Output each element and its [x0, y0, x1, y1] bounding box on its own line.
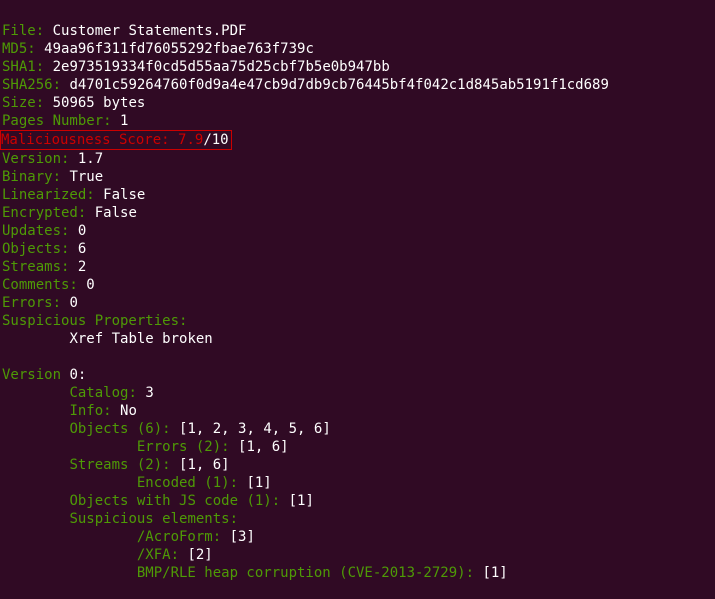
sha1-line: SHA1: 2e973519334f0cd5d55aa75d25cbf7b5e0… [2, 59, 390, 75]
file-label: File: [2, 23, 44, 39]
file-value: Customer Statements.PDF [53, 23, 247, 39]
xfa-line: /XFA: [2] [137, 547, 213, 563]
acroform-label: /AcroForm: [137, 529, 221, 545]
sha1-value: 2e973519334f0cd5d55aa75d25cbf7b5e0b947bb [53, 59, 390, 75]
version-label: Version: [2, 151, 69, 167]
objects-line: Objects: 6 [2, 241, 86, 257]
objects6-value: [1, 2, 3, 4, 5, 6] [179, 421, 331, 437]
bmp-line: BMP/RLE heap corruption (CVE-2013-2729):… [137, 565, 508, 581]
binary-line: Binary: True [2, 169, 103, 185]
encrypted-line: Encrypted: False [2, 205, 137, 221]
linearized-line: Linearized: False [2, 187, 145, 203]
streams2-line: Streams (2): [1, 6] [69, 457, 229, 473]
pages-value: 1 [120, 113, 128, 129]
info-value: No [120, 403, 137, 419]
errors2-value: [1, 6] [238, 439, 289, 455]
streams-label: Streams: [2, 259, 69, 275]
maliciousness-denom: /10 [203, 132, 228, 148]
objjs-value: [1] [289, 493, 314, 509]
comments-line: Comments: 0 [2, 277, 95, 293]
bmp-label: BMP/RLE heap corruption (CVE-2013-2729): [137, 565, 474, 581]
streams-value: 2 [78, 259, 86, 275]
info-label: Info: [69, 403, 111, 419]
streams2-label: Streams (2): [69, 457, 170, 473]
encoded1-value: [1] [246, 475, 271, 491]
binary-label: Binary: [2, 169, 61, 185]
info-line: Info: No [69, 403, 136, 419]
errors-line: Errors: 0 [2, 295, 78, 311]
pages-label: Pages Number: [2, 113, 112, 129]
encrypted-value: False [95, 205, 137, 221]
size-line: Size: 50965 bytes [2, 95, 145, 111]
suspicious-elements-label: Suspicious elements: [69, 511, 238, 527]
objjs-line: Objects with JS code (1): [1] [69, 493, 313, 509]
errors-label: Errors: [2, 295, 61, 311]
version-value: 1.7 [78, 151, 103, 167]
xfa-value: [2] [187, 547, 212, 563]
catalog-value: 3 [145, 385, 153, 401]
version0-value: 0: [69, 367, 86, 383]
size-label: Size: [2, 95, 44, 111]
xfa-label: /XFA: [137, 547, 179, 563]
maliciousness-label: Maliciousness Score: [1, 132, 170, 148]
catalog-line: Catalog: 3 [69, 385, 153, 401]
streams2-value: [1, 6] [179, 457, 230, 473]
binary-value: True [69, 169, 103, 185]
streams-line: Streams: 2 [2, 259, 86, 275]
encoded1-line: Encoded (1): [1] [137, 475, 272, 491]
maliciousness-highlight: Maliciousness Score: 7.9/10 [0, 130, 232, 150]
md5-value: 49aa96f311fd76055292fbae763f739c [44, 41, 314, 57]
objects-value: 6 [78, 241, 86, 257]
errors2-label: Errors (2): [137, 439, 230, 455]
suspicious-properties-value: Xref Table broken [69, 331, 212, 347]
objects-label: Objects: [2, 241, 69, 257]
maliciousness-score: 7.9 [178, 132, 203, 148]
terminal-output: File: Customer Statements.PDF MD5: 49aa9… [0, 0, 715, 582]
md5-label: MD5: [2, 41, 36, 57]
bmp-value: [1] [482, 565, 507, 581]
objects6-label: Objects (6): [69, 421, 170, 437]
pages-line: Pages Number: 1 [2, 113, 128, 129]
size-value: 50965 bytes [53, 95, 146, 111]
sha256-value: d4701c59264760f0d9a4e47cb9d7db9cb76445bf… [69, 77, 608, 93]
linearized-label: Linearized: [2, 187, 95, 203]
linearized-value: False [103, 187, 145, 203]
objjs-label: Objects with JS code (1): [69, 493, 280, 509]
errors-value: 0 [69, 295, 77, 311]
suspicious-properties-label: Suspicious Properties: [2, 313, 187, 329]
md5-line: MD5: 49aa96f311fd76055292fbae763f739c [2, 41, 314, 57]
comments-label: Comments: [2, 277, 78, 293]
updates-label: Updates: [2, 223, 69, 239]
version0-heading: Version 0: [2, 367, 86, 383]
acroform-value: [3] [230, 529, 255, 545]
updates-value: 0 [78, 223, 86, 239]
version-line: Version: 1.7 [2, 151, 103, 167]
file-line: File: Customer Statements.PDF [2, 23, 246, 39]
acroform-line: /AcroForm: [3] [137, 529, 255, 545]
encrypted-label: Encrypted: [2, 205, 86, 221]
sha256-line: SHA256: d4701c59264760f0d9a4e47cb9d7db9c… [2, 77, 609, 93]
errors2-line: Errors (2): [1, 6] [137, 439, 289, 455]
updates-line: Updates: 0 [2, 223, 86, 239]
sha1-label: SHA1: [2, 59, 44, 75]
objects6-line: Objects (6): [1, 2, 3, 4, 5, 6] [69, 421, 330, 437]
catalog-label: Catalog: [69, 385, 136, 401]
encoded1-label: Encoded (1): [137, 475, 238, 491]
version0-label: Version [2, 367, 61, 383]
sha256-label: SHA256: [2, 77, 61, 93]
comments-value: 0 [86, 277, 94, 293]
